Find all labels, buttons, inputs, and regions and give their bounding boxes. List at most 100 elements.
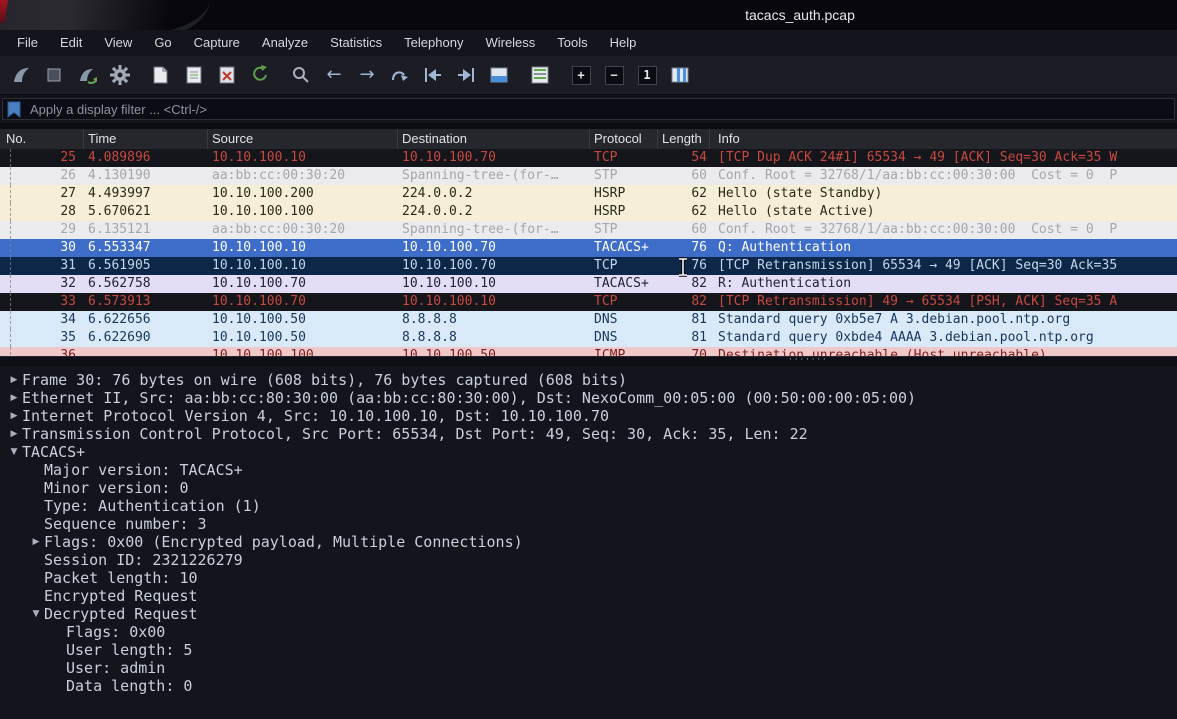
menu-item-help[interactable]: Help (599, 30, 648, 56)
zoom-in-button[interactable]: + (569, 62, 593, 88)
detail-line-user-length[interactable]: User length: 5 (0, 641, 1177, 659)
packet-protocol: STP (590, 167, 658, 185)
packet-source: aa:bb:cc:00:30:20 (208, 221, 398, 239)
detail-line-decrypted-flags[interactable]: Flags: 0x00 (0, 623, 1177, 641)
detail-line-minor-version[interactable]: Minor version: 0 (0, 479, 1177, 497)
reload-file-button[interactable] (248, 62, 272, 88)
packet-row-26[interactable]: 26 4.130190 aa:bb:cc:00:30:20 Spanning-t… (0, 167, 1177, 185)
packet-row-33[interactable]: 33 6.573913 10.10.100.70 10.10.100.10 TC… (0, 293, 1177, 311)
packet-row-31[interactable]: 31 6.561905 10.10.100.10 10.10.100.70 TC… (0, 257, 1177, 275)
packet-time: 4.089896 (84, 149, 208, 167)
column-header-time[interactable]: Time (84, 129, 208, 149)
go-back-button[interactable]: ← (322, 62, 346, 88)
packet-row-30-selected[interactable]: 30 6.553347 10.10.100.10 10.10.100.70 TA… (0, 239, 1177, 257)
titlebar[interactable]: tacacs_auth.pcap (0, 0, 1177, 30)
detail-line-tcp[interactable]: Transmission Control Protocol, Src Port:… (0, 425, 1177, 443)
collapse-arrow-icon[interactable] (6, 447, 22, 457)
detail-line-ethernet[interactable]: Ethernet II, Src: aa:bb:cc:80:30:00 (aa:… (0, 389, 1177, 407)
capture-restart-button[interactable] (75, 62, 99, 88)
filter-bookmark-icon[interactable] (7, 101, 21, 118)
packet-no: 34 (0, 311, 84, 329)
menu-item-edit[interactable]: Edit (49, 30, 93, 56)
column-header-no[interactable]: No. (0, 129, 84, 149)
resize-columns-icon (668, 63, 692, 87)
splitter-grip-icon (789, 353, 829, 365)
packet-row-35[interactable]: 35 6.622690 10.10.100.50 8.8.8.8 DNS 81 … (0, 329, 1177, 347)
zoom-original-button[interactable]: 1 (635, 62, 659, 88)
menu-item-wireless[interactable]: Wireless (474, 30, 546, 56)
colorize-button[interactable] (528, 62, 552, 88)
column-header-destination[interactable]: Destination (398, 129, 590, 149)
menu-item-statistics[interactable]: Statistics (319, 30, 393, 56)
packet-row-27[interactable]: 27 4.493997 10.10.100.200 224.0.0.2 HSRP… (0, 185, 1177, 203)
zoom-original-icon: 1 (638, 66, 657, 85)
detail-line-flags[interactable]: Flags: 0x00 (Encrypted payload, Multiple… (0, 533, 1177, 551)
detail-line-session-id[interactable]: Session ID: 2321226279 (0, 551, 1177, 569)
go-first-packet-button[interactable] (421, 62, 445, 88)
packet-length: 60 (658, 167, 710, 185)
column-header-protocol[interactable]: Protocol (590, 129, 658, 149)
detail-line-sequence-number[interactable]: Sequence number: 3 (0, 515, 1177, 533)
detail-line-type[interactable]: Type: Authentication (1) (0, 497, 1177, 515)
go-last-packet-button[interactable] (454, 62, 478, 88)
detail-line-user[interactable]: User: admin (0, 659, 1177, 677)
detail-line-data-length[interactable]: Data length: 0 (0, 677, 1177, 695)
zoom-out-button[interactable]: − (602, 62, 626, 88)
packet-row-28[interactable]: 28 5.670621 10.10.100.100 224.0.0.2 HSRP… (0, 203, 1177, 221)
packet-protocol: TCP (590, 149, 658, 167)
packet-row-29[interactable]: 29 6.135121 aa:bb:cc:00:30:20 Spanning-t… (0, 221, 1177, 239)
detail-line-major-version[interactable]: Major version: TACACS+ (0, 461, 1177, 479)
packet-row-32[interactable]: 32 6.562758 10.10.100.70 10.10.100.10 TA… (0, 275, 1177, 293)
capture-start-button[interactable] (9, 62, 33, 88)
display-filter-input-container[interactable] (2, 98, 1175, 120)
display-filter-input[interactable] (28, 101, 1170, 118)
menu-item-telephony[interactable]: Telephony (393, 30, 474, 56)
packet-length: 62 (658, 203, 710, 221)
column-header-source[interactable]: Source (208, 129, 398, 149)
pane-splitter[interactable] (0, 356, 1177, 366)
expand-arrow-icon[interactable] (6, 411, 22, 421)
detail-line-tacacs[interactable]: TACACS+ (0, 443, 1177, 461)
expand-arrow-icon[interactable] (28, 537, 44, 547)
packet-destination: 224.0.0.2 (398, 185, 590, 203)
packet-row-25[interactable]: 25 4.089896 10.10.100.10 10.10.100.70 TC… (0, 149, 1177, 167)
window-title: tacacs_auth.pcap (745, 0, 855, 30)
open-file-button[interactable] (149, 62, 173, 88)
menu-item-capture[interactable]: Capture (183, 30, 251, 56)
column-header-info[interactable]: Info (710, 129, 1177, 149)
menu-item-analyze[interactable]: Analyze (251, 30, 319, 56)
expand-arrow-icon[interactable] (6, 393, 22, 403)
detail-line-ip[interactable]: Internet Protocol Version 4, Src: 10.10.… (0, 407, 1177, 425)
expand-arrow-icon[interactable] (6, 375, 22, 385)
detail-line-frame[interactable]: Frame 30: 76 bytes on wire (608 bits), 7… (0, 371, 1177, 389)
packet-info: Hello (state Active) (710, 203, 1177, 221)
menu-item-file[interactable]: File (6, 30, 49, 56)
detail-line-packet-length[interactable]: Packet length: 10 (0, 569, 1177, 587)
save-file-button[interactable] (182, 62, 206, 88)
auto-scroll-button[interactable] (487, 62, 511, 88)
packet-info: [TCP Retransmission] 49 → 65534 [PSH, AC… (710, 293, 1177, 311)
expand-arrow-icon[interactable] (6, 429, 22, 439)
capture-stop-button[interactable] (42, 62, 66, 88)
packet-destination: Spanning-tree-(for-… (398, 167, 590, 185)
find-packet-button[interactable] (289, 62, 313, 88)
resize-columns-button[interactable] (668, 62, 692, 88)
collapse-arrow-icon[interactable] (28, 609, 44, 619)
menu-item-tools[interactable]: Tools (546, 30, 598, 56)
menu-item-view[interactable]: View (93, 30, 143, 56)
packet-row-36[interactable]: 36 10.10.100.100 10.10.100.50 ICMP 70 De… (0, 347, 1177, 356)
detail-line-decrypted-request[interactable]: Decrypted Request (0, 605, 1177, 623)
menu-item-go[interactable]: Go (143, 30, 182, 56)
detail-line-encrypted-request[interactable]: Encrypted Request (0, 587, 1177, 605)
go-to-packet-button[interactable] (388, 62, 412, 88)
close-file-icon (215, 63, 239, 87)
column-header-length[interactable]: Length (658, 129, 710, 149)
go-forward-button[interactable]: → (355, 62, 379, 88)
packet-no: 28 (0, 203, 84, 221)
close-file-button[interactable] (215, 62, 239, 88)
packet-row-34[interactable]: 34 6.622656 10.10.100.50 8.8.8.8 DNS 81 … (0, 311, 1177, 329)
detail-text: Type: Authentication (1) (44, 497, 261, 515)
capture-options-button[interactable] (108, 62, 132, 88)
packet-info: Destination unreachable (Host unreachabl… (710, 347, 1177, 356)
packet-protocol: TACACS+ (590, 275, 658, 293)
